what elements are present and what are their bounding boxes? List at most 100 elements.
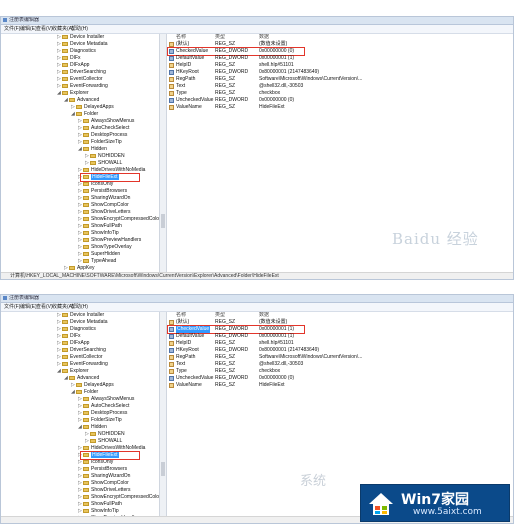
tree-node[interactable]: ◢ Explorer bbox=[57, 90, 89, 97]
tree-node[interactable]: ▷ AlwaysShowMenus bbox=[78, 118, 134, 125]
tree-node[interactable]: ▷ DriverSearching bbox=[57, 347, 106, 354]
value-row[interactable]: RegPath REG_SZ Software\Microsoft\Windows\… bbox=[167, 354, 513, 361]
tree-node[interactable]: ◢ Explorer bbox=[57, 368, 89, 375]
value-row[interactable]: UncheckedValue REG_DWORD 0x00000000 (0) bbox=[167, 97, 513, 104]
tree-scrollbar[interactable] bbox=[159, 312, 167, 517]
tree-node[interactable]: ▷ PersistBrowsers bbox=[78, 466, 127, 473]
tree-node[interactable]: ▷ ShowCompColor bbox=[78, 202, 129, 209]
tree-node[interactable]: ▷ SHOWALL bbox=[85, 438, 122, 445]
registry-key-tree[interactable]: ▷ Device Installer ▷ Device Metadata ▷ Diagno… bbox=[1, 312, 159, 517]
tree-node[interactable]: ▷ ShowInfoTip bbox=[78, 230, 119, 237]
tree-node[interactable]: ▷ ShowFullPath bbox=[78, 501, 122, 508]
tree-node[interactable]: ▷ ShowEncryptCompressedColor bbox=[78, 494, 159, 501]
tree-node[interactable]: ▷ Diagnostics bbox=[57, 326, 96, 333]
menu-item[interactable]: 帮助(H) bbox=[71, 25, 88, 33]
value-row[interactable]: Text REG_SZ @shell32.dll,-30503 bbox=[167, 83, 513, 90]
tree-node[interactable]: ◢ Advanced bbox=[64, 97, 99, 104]
tree-node[interactable]: ▷ DelayedApps bbox=[71, 104, 114, 111]
tree-node[interactable]: ▷ NOHIDDEN bbox=[85, 431, 125, 438]
value-row[interactable]: RegPath REG_SZ Software\Microsoft\Windows\… bbox=[167, 76, 513, 83]
tree-node[interactable]: ▷ DriverSearching bbox=[57, 69, 106, 76]
tree-node[interactable]: ◢ Hidden bbox=[78, 424, 107, 431]
tree-node[interactable]: ▷ ShowEncryptCompressedColor bbox=[78, 216, 159, 223]
tree-node[interactable]: ▷ HideFileExt bbox=[78, 174, 119, 181]
value-row[interactable]: UncheckedValue REG_DWORD 0x00000000 (0) bbox=[167, 375, 513, 382]
column-header-name[interactable]: 名称 bbox=[176, 312, 186, 319]
value-row[interactable]: Text REG_SZ @shell32.dll,-30503 bbox=[167, 361, 513, 368]
tree-node[interactable]: ▷ HideFileExt bbox=[78, 452, 119, 459]
tree-node[interactable]: ▷ AutoCheckSelect bbox=[78, 403, 129, 410]
menu-item[interactable]: 帮助(H) bbox=[71, 303, 88, 311]
tree-node[interactable]: ▷ ShowTypeOverlay bbox=[78, 244, 132, 251]
column-header-type[interactable]: 类型 bbox=[215, 312, 225, 319]
tree-node[interactable]: ▷ SharingWizardOn bbox=[78, 473, 130, 480]
tree-node[interactable]: ▷ DIFxApp bbox=[57, 62, 89, 69]
tree-node[interactable]: ◢ Advanced bbox=[64, 375, 99, 382]
menu-item[interactable]: 编辑(E) bbox=[20, 303, 37, 311]
value-row[interactable]: HKeyRoot REG_DWORD 0x80000001 (2147483649) bbox=[167, 347, 513, 354]
tree-node[interactable]: ▷ AutoCheckSelect bbox=[78, 125, 129, 132]
value-row[interactable]: CheckedValue REG_DWORD 0x00000001 (1) bbox=[167, 326, 513, 333]
value-row[interactable]: (默认) REG_SZ (数值未设置) bbox=[167, 41, 513, 48]
column-header-name[interactable]: 名称 bbox=[176, 34, 186, 41]
tree-node[interactable]: ▷ SHOWALL bbox=[85, 160, 122, 167]
scrollbar-thumb[interactable] bbox=[161, 214, 165, 228]
tree-node[interactable]: ▷ DesktopProcess bbox=[78, 410, 127, 417]
tree-node[interactable]: ▷ DIFx bbox=[57, 333, 81, 340]
value-row[interactable]: Type REG_SZ checkbox bbox=[167, 368, 513, 375]
value-row[interactable]: DefaultValue REG_DWORD 0x00000001 (1) bbox=[167, 333, 513, 340]
column-header-data[interactable]: 数据 bbox=[259, 34, 269, 41]
tree-node[interactable]: ▷ ShowDriveLetters bbox=[78, 209, 130, 216]
value-row[interactable]: HKeyRoot REG_DWORD 0x80000001 (2147483649) bbox=[167, 69, 513, 76]
tree-node[interactable]: ▷ FolderSizeTip bbox=[78, 417, 122, 424]
tree-node[interactable]: ▷ SharingWizardOn bbox=[78, 195, 130, 202]
value-row[interactable]: Type REG_SZ checkbox bbox=[167, 90, 513, 97]
scrollbar-thumb[interactable] bbox=[161, 462, 165, 476]
value-row[interactable]: DefaultValue REG_DWORD 0x00000001 (1) bbox=[167, 55, 513, 62]
tree-node[interactable]: ▷ Device Metadata bbox=[57, 41, 108, 48]
tree-node[interactable]: ▷ IconsOnly bbox=[78, 181, 113, 188]
tree-node[interactable]: ▷ AppKey bbox=[64, 265, 95, 272]
menu-item[interactable]: 查看(V) bbox=[36, 303, 53, 311]
tree-node[interactable]: ▷ IconsOnly bbox=[78, 459, 113, 466]
column-header-type[interactable]: 类型 bbox=[215, 34, 225, 41]
tree-node[interactable]: ▷ HideDrivesWithNoMedia bbox=[78, 167, 145, 174]
column-header-data[interactable]: 数据 bbox=[259, 312, 269, 319]
menu-item[interactable]: 文件(F) bbox=[4, 303, 20, 311]
tree-node[interactable]: ▷ EventCollector bbox=[57, 354, 103, 361]
tree-node[interactable]: ◢ Folder bbox=[71, 111, 98, 118]
tree-node[interactable]: ▷ ShowCompColor bbox=[78, 480, 129, 487]
value-row[interactable]: ValueName REG_SZ HideFileExt bbox=[167, 382, 513, 389]
menu-item[interactable]: 查看(V) bbox=[36, 25, 53, 33]
tree-node[interactable]: ▷ Device Metadata bbox=[57, 319, 108, 326]
tree-node[interactable]: ▷ TypeAhead bbox=[78, 258, 116, 265]
tree-node[interactable]: ▷ DIFx bbox=[57, 55, 81, 62]
tree-node[interactable]: ▷ EventCollector bbox=[57, 76, 103, 83]
tree-node[interactable]: ▷ DelayedApps bbox=[71, 382, 114, 389]
tree-node[interactable]: ▷ HideDrivesWithNoMedia bbox=[78, 445, 145, 452]
tree-scrollbar[interactable] bbox=[159, 34, 167, 273]
value-row[interactable]: HelpID REG_SZ shell.hlp#51101 bbox=[167, 62, 513, 69]
tree-node[interactable]: ▷ FolderSizeTip bbox=[78, 139, 122, 146]
value-row[interactable]: (默认) REG_SZ (数值未设置) bbox=[167, 319, 513, 326]
tree-node[interactable]: ▷ PersistBrowsers bbox=[78, 188, 127, 195]
tree-node[interactable]: ▷ Diagnostics bbox=[57, 48, 96, 55]
tree-node[interactable]: ▷ AlwaysShowMenus bbox=[78, 396, 134, 403]
tree-node[interactable]: ▷ EventForwarding bbox=[57, 83, 108, 90]
tree-node[interactable]: ◢ Hidden bbox=[78, 146, 107, 153]
menu-item[interactable]: 文件(F) bbox=[4, 25, 20, 33]
tree-node[interactable]: ▷ Device Installer bbox=[57, 312, 104, 319]
tree-node[interactable]: ▷ Device Installer bbox=[57, 34, 104, 41]
tree-node[interactable]: ▷ ShowInfoTip bbox=[78, 508, 119, 515]
tree-node[interactable]: ▷ DesktopProcess bbox=[78, 132, 127, 139]
tree-node[interactable]: ▷ DIFxApp bbox=[57, 340, 89, 347]
tree-node[interactable]: ▷ NOHIDDEN bbox=[85, 153, 125, 160]
value-row[interactable]: ValueName REG_SZ HideFileExt bbox=[167, 104, 513, 111]
tree-node[interactable]: ▷ EventForwarding bbox=[57, 361, 108, 368]
tree-node[interactable]: ▷ShowPreviewHandlers bbox=[78, 237, 141, 244]
value-row[interactable]: CheckedValue REG_DWORD 0x00000000 (0) bbox=[167, 48, 513, 55]
tree-node[interactable]: ◢ Folder bbox=[71, 389, 98, 396]
tree-node[interactable]: ▷ ShowFullPath bbox=[78, 223, 122, 230]
registry-key-tree[interactable]: ▷ Device Installer ▷ Device Metadata ▷ Diagno… bbox=[1, 34, 159, 273]
value-row[interactable]: HelpID REG_SZ shell.hlp#51101 bbox=[167, 340, 513, 347]
